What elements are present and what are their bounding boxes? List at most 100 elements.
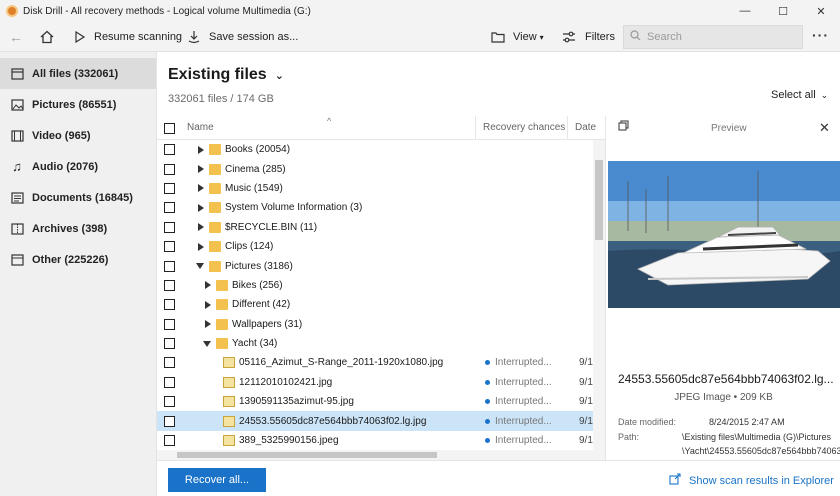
expand-arrow-icon[interactable]	[197, 242, 205, 251]
sidebar-item-audio[interactable]: ♫ Audio (2076)	[0, 151, 156, 182]
expand-arrow-icon[interactable]	[204, 320, 212, 329]
row-checkbox[interactable]	[164, 163, 175, 175]
expand-arrow-icon[interactable]	[197, 165, 205, 174]
folder-icon	[209, 260, 221, 272]
copy-icon[interactable]	[618, 120, 629, 134]
table-row[interactable]: 05116_Azimut_S-Range_2011-1920x1080.jpg I…	[157, 353, 593, 372]
filters-button[interactable]: Filters	[561, 22, 615, 52]
scrollbar-thumb[interactable]	[177, 452, 437, 458]
external-link-icon	[669, 473, 681, 488]
select-all-label: Select all	[771, 89, 816, 101]
show-in-explorer-label: Show scan results in Explorer	[689, 474, 834, 487]
table-row[interactable]: Bikes (256)	[157, 276, 593, 295]
back-button[interactable]: ←	[8, 22, 24, 52]
sidebar-item-video[interactable]: Video (965)	[0, 120, 156, 151]
archive-icon	[10, 222, 24, 236]
folder-icon	[216, 318, 228, 330]
table-row-selected[interactable]: 24553.55605dc87e564bbb74063f02.lg.jpg Int…	[157, 411, 593, 431]
close-preview-icon[interactable]: ✕	[819, 120, 830, 136]
column-divider[interactable]	[567, 116, 568, 140]
sidebar-item-archives[interactable]: Archives (398)	[0, 213, 156, 244]
sidebar-item-other[interactable]: Other (225226)	[0, 244, 156, 275]
sidebar-item-all-files[interactable]: All files (332061)	[0, 58, 156, 89]
row-checkbox[interactable]	[164, 338, 175, 350]
select-all-checkbox[interactable]	[164, 123, 175, 134]
row-checkbox[interactable]	[164, 299, 175, 311]
folder-icon	[209, 182, 221, 194]
expand-arrow-icon[interactable]	[204, 281, 212, 290]
row-checkbox[interactable]	[164, 260, 175, 272]
row-checkbox[interactable]	[164, 241, 175, 253]
table-row[interactable]: System Volume Information (3)	[157, 198, 593, 217]
table-row[interactable]: 1390591135azimut-95.jpg Interrupted... 9/1…	[157, 392, 593, 411]
expand-arrow-icon[interactable]	[197, 223, 205, 232]
row-checkbox[interactable]	[164, 415, 175, 427]
recovery-status: Interrupted...	[485, 377, 552, 388]
table-row[interactable]: Cinema (285)	[157, 159, 593, 178]
preview-label: Preview	[711, 123, 747, 134]
filters-icon	[561, 29, 577, 45]
folder-icon	[216, 279, 228, 291]
table-row[interactable]: 12112010102421.jpg Interrupted... 9/1!	[157, 373, 593, 392]
path-value-line2: \Yacht\24553.55605dc87e564bbb74063f02.l.…	[682, 446, 840, 456]
column-recovery-chances[interactable]: Recovery chances	[483, 122, 565, 133]
row-checkbox[interactable]	[164, 396, 175, 408]
column-divider[interactable]	[475, 116, 476, 140]
row-name: Yacht (34)	[232, 338, 278, 350]
recovery-status: Interrupted...	[485, 396, 552, 407]
row-checkbox[interactable]	[164, 144, 175, 156]
row-name: Bikes (256)	[232, 279, 283, 291]
status-dot-icon	[485, 438, 490, 444]
expand-arrow-icon[interactable]	[197, 203, 205, 212]
row-checkbox[interactable]	[164, 318, 175, 330]
folder-icon	[216, 338, 228, 350]
column-date[interactable]: Date	[575, 122, 596, 133]
row-date: 9/1!	[579, 435, 593, 447]
row-name: System Volume Information (3)	[225, 202, 363, 214]
show-in-explorer-link[interactable]: Show scan results in Explorer	[669, 473, 834, 488]
table-row[interactable]: Books (20054)	[157, 140, 593, 159]
page-title[interactable]: Existing files ⌄	[168, 66, 284, 84]
view-button[interactable]: View ▾	[490, 22, 544, 52]
table-row[interactable]: Pictures (3186)	[157, 256, 593, 275]
sidebar-item-documents[interactable]: Documents (16845)	[0, 182, 156, 213]
row-checkbox[interactable]	[164, 357, 175, 369]
minimize-icon[interactable]: —	[726, 0, 764, 22]
search-icon	[630, 30, 641, 44]
row-checkbox[interactable]	[164, 435, 175, 447]
expand-arrow-icon[interactable]	[197, 184, 205, 193]
collapse-arrow-icon[interactable]	[196, 262, 204, 270]
collapse-arrow-icon[interactable]	[203, 340, 211, 348]
horizontal-scrollbar[interactable]	[157, 450, 605, 460]
more-options-icon[interactable]: ···	[812, 27, 829, 43]
vertical-scrollbar[interactable]	[593, 140, 605, 450]
row-checkbox[interactable]	[164, 279, 175, 291]
search-input[interactable]: Search	[623, 25, 803, 49]
table-row[interactable]: Different (42)	[157, 295, 593, 314]
table-row[interactable]: $RECYCLE.BIN (11)	[157, 218, 593, 237]
row-name: 24553.55605dc87e564bbb74063f02.lg.jpg	[239, 415, 427, 427]
expand-arrow-icon[interactable]	[204, 300, 212, 309]
save-session-button[interactable]: Save session as...	[186, 22, 298, 52]
table-row[interactable]: Clips (124)	[157, 237, 593, 256]
table-row[interactable]: 389_5325990156.jpeg Interrupted... 9/1!	[157, 431, 593, 450]
row-checkbox[interactable]	[164, 182, 175, 194]
select-all-button[interactable]: Select all ⌄	[771, 89, 828, 101]
maximize-icon[interactable]: ☐	[764, 0, 802, 22]
row-checkbox[interactable]	[164, 221, 175, 233]
recover-all-button[interactable]: Recover all...	[168, 468, 266, 492]
table-row[interactable]: Music (1549)	[157, 179, 593, 198]
row-checkbox[interactable]	[164, 202, 175, 214]
home-button[interactable]	[39, 22, 55, 52]
row-name: $RECYCLE.BIN (11)	[225, 221, 318, 233]
expand-arrow-icon[interactable]	[197, 145, 205, 154]
row-checkbox[interactable]	[164, 376, 175, 388]
table-row[interactable]: Yacht (34)	[157, 334, 593, 353]
scrollbar-thumb[interactable]	[595, 160, 603, 240]
sidebar-item-label: Pictures (86551)	[32, 98, 117, 111]
close-window-icon[interactable]: ✕	[802, 0, 840, 22]
resume-scanning-button[interactable]: Resume scanning	[72, 22, 182, 52]
column-name[interactable]: Name	[187, 122, 214, 133]
table-row[interactable]: Wallpapers (31)	[157, 315, 593, 334]
sidebar-item-pictures[interactable]: Pictures (86551)	[0, 89, 156, 120]
